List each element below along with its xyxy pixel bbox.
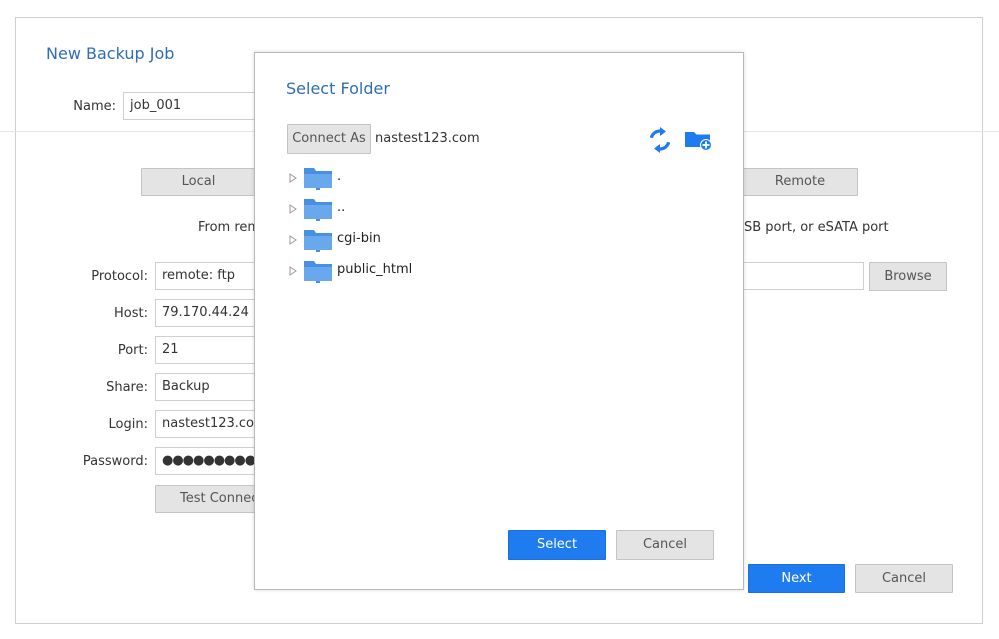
select-button[interactable]: Select [508,530,606,560]
folder-icon [304,261,332,283]
share-label: Share: [106,380,148,395]
path-input[interactable] [742,262,864,290]
folder-item-public-html[interactable]: public_html [289,259,589,285]
select-folder-dialog: Select Folder Connect As nastest123.com … [254,52,744,590]
expand-arrow-icon[interactable] [289,173,297,183]
local-tab-button[interactable]: Local [141,168,256,196]
share-input[interactable]: Backup [155,373,265,401]
folder-label: cgi-bin [337,231,381,246]
login-input[interactable]: nastest123.com [155,410,265,438]
browse-button[interactable]: Browse [869,262,947,291]
description-text-right: SB port, or eSATA port [744,220,889,235]
login-label: Login: [108,417,148,432]
folder-label: public_html [337,262,413,277]
refresh-icon[interactable] [648,127,672,153]
expand-arrow-icon[interactable] [289,204,297,214]
expand-arrow-icon[interactable] [289,235,297,245]
protocol-label: Protocol: [91,269,148,284]
folder-item-parent[interactable]: .. [289,197,589,223]
connect-as-button[interactable]: Connect As [287,124,371,154]
cancel-button[interactable]: Cancel [855,564,953,593]
password-label: Password: [82,454,148,469]
folder-item-current[interactable]: . [289,166,589,192]
password-input[interactable]: ●●●●●●●●● [155,447,265,475]
new-folder-icon[interactable] [684,129,713,151]
expand-arrow-icon[interactable] [289,266,297,276]
name-label: Name: [73,99,116,114]
test-connection-button[interactable]: Test Connect [155,485,265,513]
remote-tab-button[interactable]: Remote [742,168,858,196]
connected-host: nastest123.com [375,131,480,146]
protocol-select[interactable]: remote: ftp [155,262,265,290]
host-input[interactable]: 79.170.44.24 [155,299,265,327]
page-title: New Backup Job [46,44,175,63]
next-button[interactable]: Next [748,564,845,593]
host-label: Host: [114,306,148,321]
folder-label: . [337,169,342,184]
port-input[interactable]: 21 [155,336,265,364]
name-input[interactable]: job_001 [123,92,263,120]
description-text-left: From rem [198,220,261,235]
folder-item-cgi-bin[interactable]: cgi-bin [289,228,589,254]
port-label: Port: [117,343,148,358]
folder-icon [304,230,332,252]
folder-icon [304,168,332,190]
dialog-cancel-button[interactable]: Cancel [616,530,714,560]
folder-icon [304,199,332,221]
dialog-title: Select Folder [286,79,390,98]
folder-label: .. [337,200,346,215]
